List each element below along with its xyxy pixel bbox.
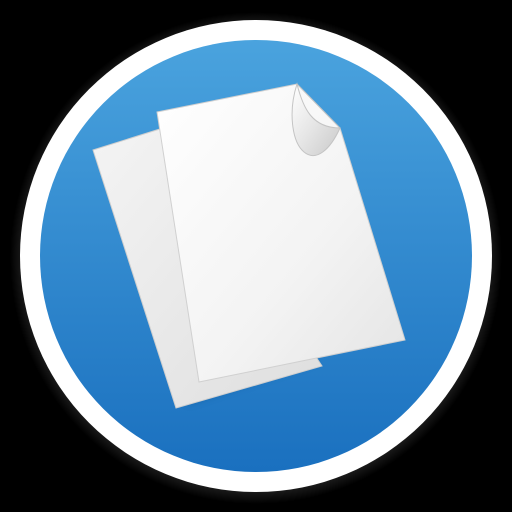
app-icon (0, 0, 512, 512)
documents-icon (10, 12, 502, 504)
